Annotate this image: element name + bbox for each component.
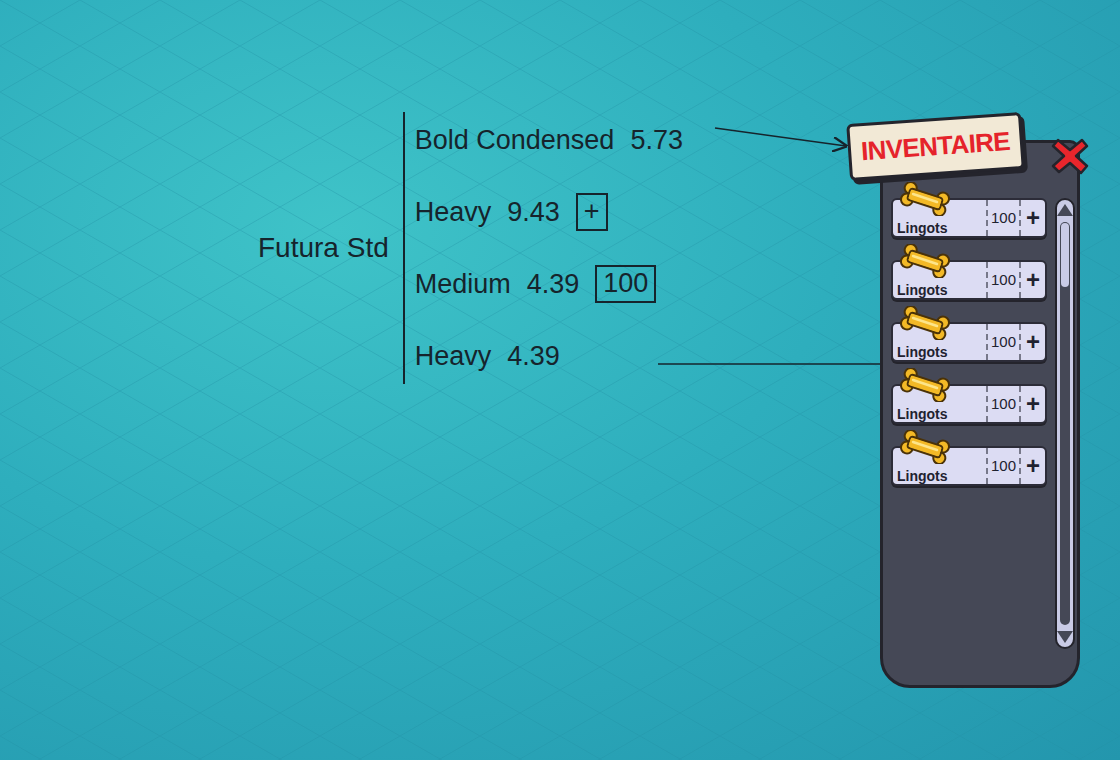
add-button[interactable]: + (1026, 330, 1040, 354)
inventory-title: INVENTAIRE (846, 112, 1025, 181)
inventory-item[interactable]: Lingots 100 + (891, 446, 1047, 486)
close-icon[interactable] (1050, 136, 1090, 176)
font-spec: Medium4.39100 (415, 262, 683, 306)
add-button[interactable]: + (1026, 454, 1040, 478)
font-spec: Heavy4.39 (415, 334, 683, 378)
font-spec: Heavy9.43+ (415, 190, 683, 234)
close-button[interactable] (1050, 136, 1090, 176)
game-screen: Futura Std Bold Condensed5.73 Heavy9.43+ Me… (0, 0, 1120, 760)
sample-box: + (576, 193, 608, 231)
scroll-track (1060, 222, 1070, 625)
item-count: 100 (991, 393, 1016, 416)
item-label: Lingots (897, 345, 948, 359)
add-button[interactable]: + (1026, 392, 1040, 416)
inventory-item[interactable]: Lingots 100 + (891, 384, 1047, 424)
sample-box: 100 (595, 265, 656, 303)
item-count: 100 (991, 331, 1016, 354)
add-button[interactable]: + (1026, 206, 1040, 230)
gold-ingot-icon (899, 182, 951, 216)
item-list: Lingots100+Lingots100+Lingots100+Lingots… (891, 198, 1047, 649)
add-button[interactable]: + (1026, 268, 1040, 292)
inventory-item[interactable]: Lingots 100 + (891, 198, 1047, 238)
item-label: Lingots (897, 407, 948, 421)
item-count: 100 (991, 455, 1016, 478)
gold-ingot-icon (899, 306, 951, 340)
scroll-down-icon[interactable] (1057, 631, 1073, 643)
item-count: 100 (991, 269, 1016, 292)
item-label: Lingots (897, 469, 948, 483)
gold-ingot-icon (899, 368, 951, 402)
gold-ingot-icon (899, 244, 951, 278)
inventory-panel: Lingots100+Lingots100+Lingots100+Lingots… (880, 140, 1080, 688)
item-count: 100 (991, 207, 1016, 230)
item-label: Lingots (897, 221, 948, 235)
gold-ingot-icon (899, 430, 951, 464)
item-label: Lingots (897, 283, 948, 297)
font-family-label: Futura Std (258, 227, 403, 269)
font-spec: Bold Condensed5.73 (415, 118, 683, 162)
scroll-thumb[interactable] (1061, 223, 1069, 287)
scroll-up-icon[interactable] (1057, 204, 1073, 216)
scrollbar[interactable] (1055, 198, 1075, 649)
inventory-item[interactable]: Lingots 100 + (891, 260, 1047, 300)
annotations: Futura Std Bold Condensed5.73 Heavy9.43+ Me… (258, 112, 683, 384)
inventory-item[interactable]: Lingots 100 + (891, 322, 1047, 362)
